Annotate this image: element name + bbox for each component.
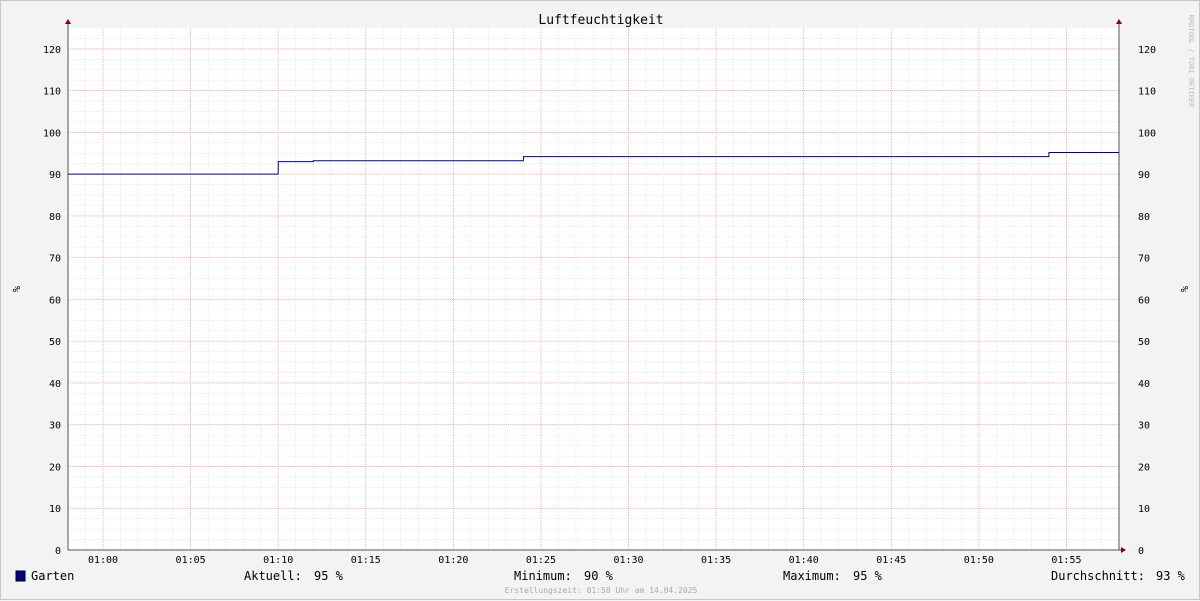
stat-average-label: Durchschnitt: xyxy=(1051,569,1145,583)
x-tick-label: 01:50 xyxy=(964,555,994,566)
stat-current-label: Aktuell: xyxy=(244,569,302,583)
y-tick-label-left: 80 xyxy=(49,212,61,223)
x-tick-label: 01:00 xyxy=(88,555,118,566)
x-tick-label: 01:35 xyxy=(701,555,731,566)
y-axis-arrow-left xyxy=(65,19,71,24)
x-tick-label: 01:25 xyxy=(526,555,556,566)
stat-maximum-label: Maximum: xyxy=(783,569,841,583)
y-tick-label-left: 60 xyxy=(49,295,61,306)
chart-title: Luftfeuchtigkeit xyxy=(538,13,663,28)
y-tick-label-right: 100 xyxy=(1138,128,1156,139)
y-axis-label-right: % xyxy=(1178,286,1189,292)
y-tick-label-left: 100 xyxy=(43,128,61,139)
x-tick-label: 01:55 xyxy=(1051,555,1081,566)
legend-swatch xyxy=(15,570,26,582)
legend-series-name: Garten xyxy=(31,569,74,583)
y-tick-label-right: 110 xyxy=(1138,87,1156,98)
y-tick-label-right: 50 xyxy=(1138,337,1150,348)
y-tick-label-right: 20 xyxy=(1138,462,1150,473)
footer-timestamp: Erstellungszeit: 01:58 Uhr am 14.04.2025 xyxy=(505,586,698,595)
stat-maximum-value: 95 % xyxy=(853,569,883,583)
x-tick-label: 01:30 xyxy=(613,555,643,566)
y-tick-label-left: 30 xyxy=(49,421,61,432)
humidity-chart: 0 10 20 30 40 50 60 70 80 90 100 110 120 0 10 20 30 40 50… xyxy=(10,13,1195,595)
x-tick-label: 01:15 xyxy=(351,555,381,566)
y-tick-label-right: 120 xyxy=(1138,45,1156,56)
y-tick-label-left: 110 xyxy=(43,87,61,98)
y-tick-labels-right: 0 10 20 30 40 50 60 70 80 90 100 110 120 xyxy=(1138,45,1156,557)
x-tick-label: 01:10 xyxy=(263,555,293,566)
y-tick-label-right: 10 xyxy=(1138,504,1150,515)
stat-average-value: 93 % xyxy=(1156,569,1186,583)
y-tick-label-left: 20 xyxy=(49,462,61,473)
y-tick-label-right: 40 xyxy=(1138,379,1150,390)
watermark: RRDTOOL / TOBI OETIKER xyxy=(1187,15,1195,109)
y-tick-label-right: 90 xyxy=(1138,170,1150,181)
y-tick-label-right: 30 xyxy=(1138,421,1150,432)
y-tick-labels-left: 0 10 20 30 40 50 60 70 80 90 100 110 120 xyxy=(43,45,61,557)
x-tick-labels: 01:00 01:05 01:10 01:15 01:20 01:25 01:30 01:35… xyxy=(88,555,1082,566)
graph-frame: 0 10 20 30 40 50 60 70 80 90 100 110 120 0 10 20 30 40 50… xyxy=(0,0,1200,600)
y-axis-arrow-right xyxy=(1116,19,1122,24)
y-axis-label-left: % xyxy=(10,286,21,292)
x-axis-arrow xyxy=(1121,547,1126,553)
stat-current-value: 95 % xyxy=(314,569,344,583)
stat-minimum-label: Minimum: xyxy=(514,569,572,583)
y-tick-label-right: 70 xyxy=(1138,254,1150,265)
y-tick-label-left: 70 xyxy=(49,254,61,265)
y-tick-label-left: 120 xyxy=(43,45,61,56)
y-tick-label-right: 0 xyxy=(1138,546,1144,557)
y-tick-label-left: 10 xyxy=(49,504,61,515)
y-tick-label-left: 50 xyxy=(49,337,61,348)
y-tick-label-right: 60 xyxy=(1138,295,1150,306)
y-tick-label-left: 90 xyxy=(49,170,61,181)
x-tick-label: 01:20 xyxy=(438,555,468,566)
x-tick-label: 01:45 xyxy=(876,555,906,566)
x-tick-label: 01:40 xyxy=(789,555,819,566)
stat-minimum-value: 90 % xyxy=(584,569,614,583)
y-tick-label-left: 0 xyxy=(55,546,61,557)
x-tick-label: 01:05 xyxy=(176,555,206,566)
y-tick-label-left: 40 xyxy=(49,379,61,390)
y-tick-label-right: 80 xyxy=(1138,212,1150,223)
